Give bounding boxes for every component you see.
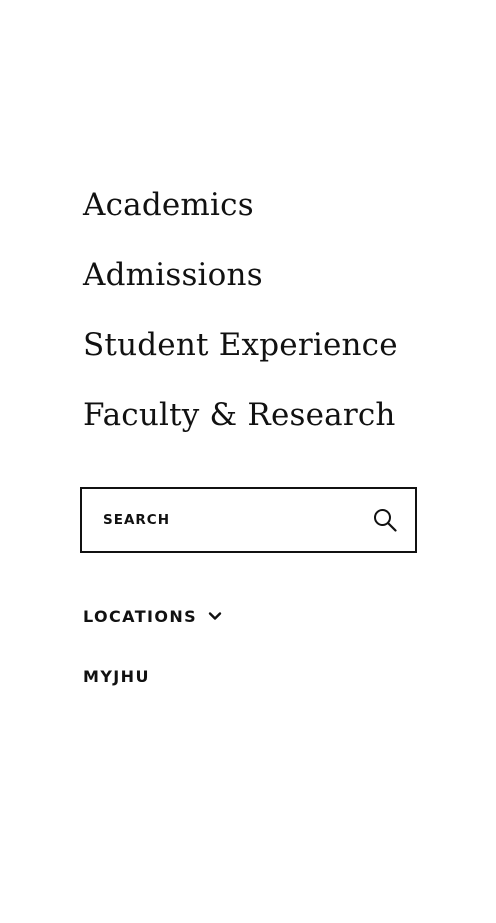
myjhu-link[interactable]: MYJHU [83,664,223,688]
nav-link-academics[interactable]: Academics [83,186,398,224]
search-icon [374,509,397,532]
nav-item-student-experience: Student Experience [83,326,398,396]
search-form [80,487,417,553]
locations-dropdown-toggle[interactable]: LOCATIONS [83,604,223,628]
nav-item-faculty-research: Faculty & Research [83,396,398,466]
search-button[interactable] [355,489,415,551]
locations-label: LOCATIONS [83,606,198,626]
secondary-links: LOCATIONS MYJHU [83,604,223,688]
primary-navigation: Academics Admissions Student Experience … [83,186,398,466]
chevron-down-icon [208,612,222,620]
nav-link-student-experience[interactable]: Student Experience [83,326,398,364]
search-input[interactable] [82,489,355,551]
nav-item-academics: Academics [83,186,398,256]
nav-link-admissions[interactable]: Admissions [83,256,398,294]
navigation-menu-panel: Academics Admissions Student Experience … [0,0,496,923]
nav-link-faculty-research[interactable]: Faculty & Research [83,396,398,434]
nav-item-admissions: Admissions [83,256,398,326]
myjhu-label: MYJHU [83,666,150,686]
